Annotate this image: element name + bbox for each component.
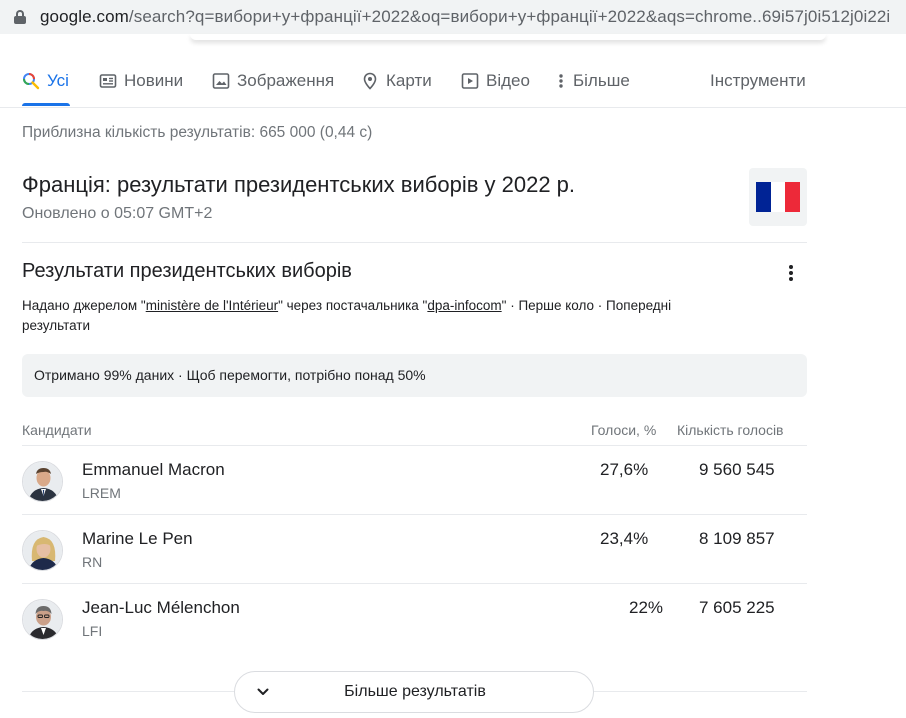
- tab-news-label: Новини: [124, 71, 184, 90]
- table-row[interactable]: Marine Le Pen RN 23,4% 8 109 857: [22, 515, 807, 583]
- avatar: [22, 461, 63, 502]
- active-tab-indicator: [22, 103, 70, 106]
- search-icon: [22, 72, 40, 90]
- candidate-name[interactable]: Emmanuel Macron: [82, 460, 225, 480]
- candidate-percent: 27,6%: [600, 460, 649, 479]
- url-text[interactable]: google.com/search?q=вибори+у+франції+202…: [40, 7, 890, 27]
- candidate-votes: 7 605 225: [699, 598, 775, 617]
- updated-time: Оновлено о 05:07 GMT+2: [22, 205, 213, 222]
- tab-news[interactable]: Новини: [99, 70, 183, 92]
- more-options-icon[interactable]: [783, 263, 799, 283]
- candidate-party: LREM: [82, 485, 121, 501]
- search-tabs: Усі Новини Зображення Карти Відео Більше…: [0, 58, 906, 108]
- section-title: Результати президентських виборів: [22, 260, 352, 282]
- map-pin-icon: [361, 72, 379, 90]
- address-bar[interactable]: google.com/search?q=вибори+у+франції+202…: [0, 0, 906, 34]
- header-percent: Голоси, %: [591, 422, 657, 438]
- candidate-name[interactable]: Jean-Luc Mélenchon: [82, 598, 240, 618]
- tools-button[interactable]: Інструменти: [710, 70, 806, 92]
- data-notice: Отримано 99% даних · Щоб перемогти, потр…: [22, 354, 807, 397]
- table-row[interactable]: Jean-Luc Mélenchon LFI 22% 7 605 225: [22, 584, 807, 652]
- tab-images[interactable]: Зображення: [212, 70, 334, 92]
- source-attribution: Надано джерелом "ministère de l'Intérieu…: [22, 298, 672, 333]
- tab-more[interactable]: Більше: [556, 70, 630, 92]
- flag-icon: [756, 182, 801, 212]
- tab-more-label: Більше: [573, 71, 630, 90]
- video-icon: [461, 72, 479, 90]
- tab-maps[interactable]: Карти: [361, 70, 432, 92]
- tab-all[interactable]: Усі: [22, 70, 69, 92]
- avatar: [22, 530, 63, 571]
- france-flag[interactable]: [749, 168, 807, 226]
- search-box-shadow: [190, 34, 826, 40]
- candidate-party: LFI: [82, 623, 103, 639]
- page-title[interactable]: Франція: результати президентських вибор…: [22, 172, 575, 198]
- tab-images-label: Зображення: [237, 71, 335, 90]
- avatar: [22, 599, 63, 640]
- candidate-name[interactable]: Marine Le Pen: [82, 529, 193, 549]
- tab-video-label: Відео: [486, 71, 530, 90]
- tab-all-label: Усі: [47, 71, 69, 90]
- tools-label: Інструменти: [710, 71, 806, 90]
- result-stats: Приблизна кількість результатів: 665 000…: [22, 124, 373, 141]
- table-row[interactable]: Emmanuel Macron LREM 27,6% 9 560 545: [22, 446, 807, 514]
- more-results-label: Більше результатів: [344, 683, 486, 700]
- provider-link[interactable]: dpa-infocom: [427, 298, 501, 313]
- more-vert-icon: [556, 72, 566, 90]
- tab-maps-label: Карти: [386, 71, 432, 90]
- more-results-button[interactable]: Більше результатів: [234, 671, 594, 713]
- candidate-votes: 8 109 857: [699, 529, 775, 548]
- source-link[interactable]: ministère de l'Intérieur: [146, 298, 278, 313]
- header-votes: Кількість голосів: [677, 422, 784, 438]
- divider: [22, 242, 807, 243]
- candidate-percent: 22%: [629, 598, 664, 617]
- tab-video[interactable]: Відео: [461, 70, 530, 92]
- image-icon: [212, 72, 230, 90]
- candidate-percent: 23,4%: [600, 529, 649, 548]
- candidate-votes: 9 560 545: [699, 460, 775, 479]
- news-icon: [99, 72, 117, 90]
- lock-icon[interactable]: [14, 10, 26, 24]
- header-candidates: Кандидати: [22, 422, 92, 438]
- candidate-party: RN: [82, 554, 103, 570]
